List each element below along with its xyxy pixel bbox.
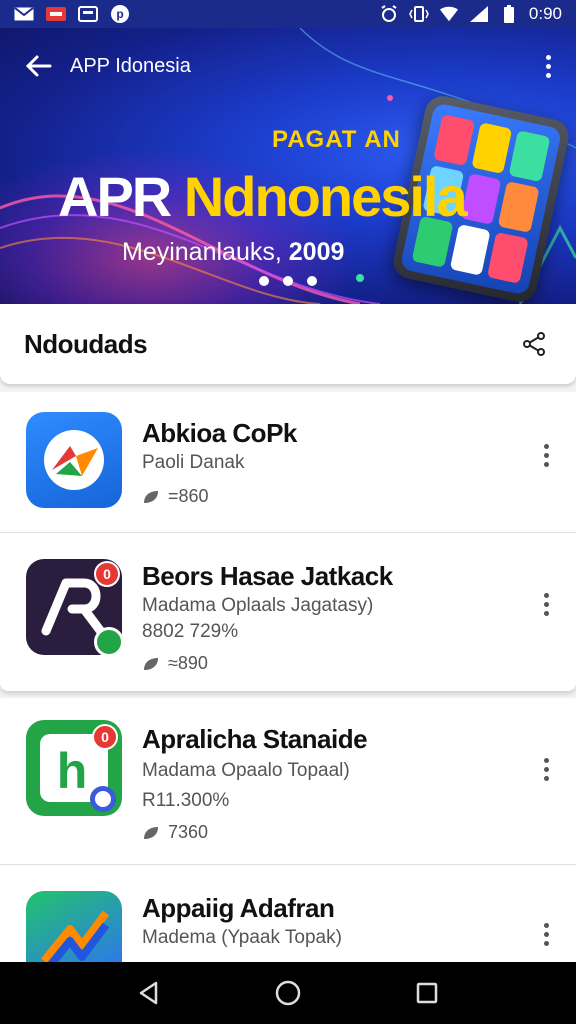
signal-icon [469, 6, 489, 22]
share-button[interactable] [516, 326, 552, 362]
menu-dot [543, 931, 549, 937]
carousel-dot[interactable] [259, 276, 269, 286]
app-rating-value: ≈890 [168, 653, 208, 673]
app-name: Abkioa CoPk [142, 418, 297, 448]
item-menu-button[interactable] [536, 587, 556, 621]
notification-app-icon [46, 6, 66, 22]
carousel-dot[interactable] [307, 276, 317, 286]
recents-square-icon [416, 982, 437, 1004]
notification-badge: 0 [94, 561, 120, 587]
screen-icon [78, 6, 98, 22]
hero-subtitle-year: 2009 [288, 238, 345, 266]
leaf-icon [144, 826, 158, 839]
hero-banner[interactable]: APP Idonesia PAGAT AN APR Ndnonesila Mey… [0, 28, 576, 304]
status-bar: p 0:90 [0, 0, 576, 28]
app-developer: Madema (Ypaak Topak) [142, 927, 342, 948]
overflow-dot [545, 54, 551, 60]
overflow-menu-button[interactable] [536, 48, 560, 84]
app-bar: APP Idonesia [20, 48, 560, 84]
menu-dot [543, 766, 549, 772]
share-icon [523, 332, 545, 356]
item-menu-button[interactable] [536, 917, 556, 951]
app-rating: ≈890 [142, 653, 208, 674]
list-item[interactable]: Appaiig Adafran Madema (Ypaak Topak) [0, 865, 576, 987]
menu-dot [543, 940, 549, 946]
svg-text:p: p [116, 7, 123, 21]
list-item[interactable]: h 0 Apralicha Stanaide Madama Opaalo Top… [0, 698, 576, 864]
menu-dot [543, 452, 549, 458]
app-bar-title: APP Idonesia [70, 54, 191, 77]
app-rating-value: 7360 [168, 822, 209, 842]
menu-dot [543, 757, 549, 763]
hero-subtitle: Meyinanlauks, 2009 [122, 238, 344, 267]
hero-kicker: PAGAT AN [272, 126, 401, 153]
hero-headline: APR Ndnonesila [58, 164, 468, 229]
app-developer: Paoli Danak [142, 452, 245, 473]
status-badge [94, 627, 124, 657]
app-name: Beors Hasae Jatkack [142, 561, 393, 591]
app-icon: h 0 [26, 720, 122, 816]
carousel-dot[interactable] [283, 276, 293, 286]
leaf-icon [144, 490, 158, 503]
app-rating: =860 [142, 486, 209, 507]
item-menu-button[interactable] [536, 752, 556, 786]
nav-home-button[interactable] [263, 968, 313, 1018]
overflow-dot [545, 72, 551, 78]
item-menu-button[interactable] [536, 438, 556, 472]
back-arrow-icon [25, 55, 52, 77]
system-nav-bar [0, 962, 576, 1024]
menu-dot [543, 592, 549, 598]
app-stat: 8802 729% [142, 621, 239, 642]
nav-back-button[interactable] [124, 968, 174, 1018]
home-circle-icon [275, 980, 301, 1006]
nav-recents-button[interactable] [402, 968, 452, 1018]
menu-dot [543, 461, 549, 467]
menu-dot [543, 922, 549, 928]
menu-dot [543, 601, 549, 607]
hero-headline-white: APR [58, 165, 172, 228]
mail-icon [14, 6, 34, 22]
overflow-dot [545, 63, 551, 69]
section-header: Ndoudads [0, 304, 576, 384]
vibrate-icon [409, 6, 429, 22]
app-name: Appaiig Adafran [142, 893, 335, 923]
menu-dot [543, 610, 549, 616]
pinterest-icon: p [110, 5, 130, 23]
wifi-icon [439, 6, 459, 22]
app-developer: Madama Oplaals Jagatasy) [142, 595, 374, 616]
hero-headline-yellow: Ndnonesila [183, 165, 468, 228]
app-icon [26, 412, 122, 508]
back-triangle-icon [140, 981, 158, 1005]
leaf-icon [144, 657, 158, 670]
menu-dot [543, 775, 549, 781]
status-badge [90, 786, 116, 812]
alarm-icon [379, 5, 399, 22]
app-icon: 0 [26, 559, 124, 657]
list-item[interactable]: Abkioa CoPk Paoli Danak =860 [0, 392, 576, 532]
back-button[interactable] [20, 48, 56, 84]
menu-dot [543, 443, 549, 449]
hero-subtitle-text: Meyinanlauks, [122, 238, 282, 266]
app-stat: R11.300% [142, 790, 230, 811]
app-rating: 7360 [142, 822, 208, 843]
svg-text:h: h [57, 743, 88, 799]
status-time: 0:90 [528, 4, 562, 23]
section-title: Ndoudads [24, 328, 148, 359]
list-item[interactable]: 0 Beors Hasae Jatkack Madama Oplaals Jag… [0, 533, 576, 691]
notification-badge: 0 [92, 724, 118, 750]
app-rating-value: =860 [168, 486, 209, 506]
app-developer: Madama Opaalo Topaal) [142, 760, 350, 781]
carousel-dots[interactable] [0, 276, 576, 286]
battery-icon [499, 5, 519, 23]
app-name: Apralicha Stanaide [142, 724, 368, 754]
